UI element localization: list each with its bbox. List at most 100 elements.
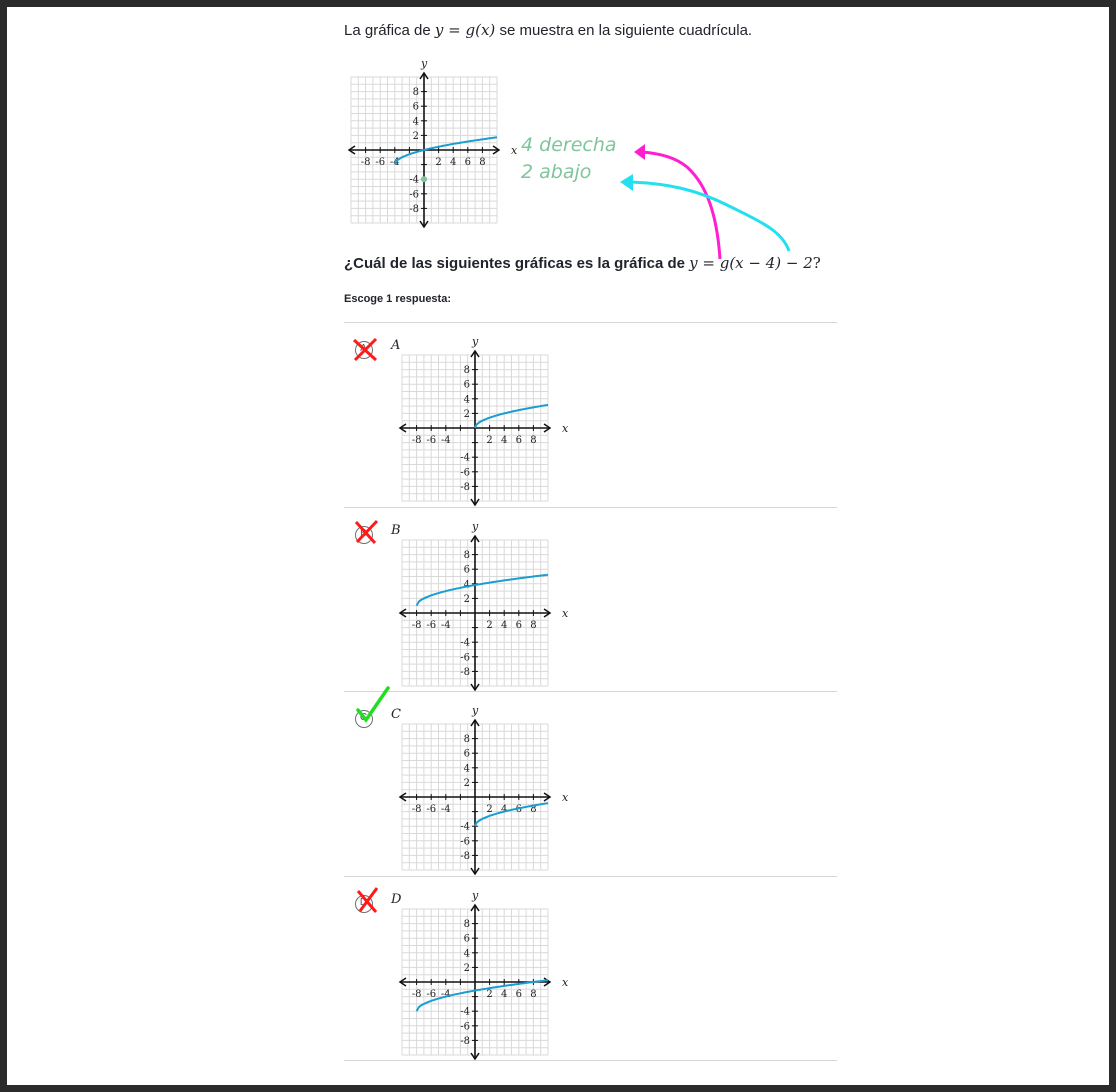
x-tick-label: -8	[412, 804, 422, 815]
y-axis-label: y	[471, 520, 479, 533]
x-tick-label: 4	[501, 804, 507, 815]
y-tick-label: 4	[464, 394, 470, 405]
x-tick-label: -6	[426, 435, 436, 446]
x-tick-label: -6	[426, 989, 436, 1000]
choice-d[interactable]: D D -8 -6 -4 2 4 6 8 8 6 4 2 -4 -6 -8 x y	[344, 877, 837, 1061]
annotation-line-2: 2 abajo	[521, 161, 591, 183]
main-graph: -8 -6 -4 2 4 6 8 8 6 4 2 -4 -6 -8 x y	[334, 57, 519, 237]
choice-b[interactable]: B B -8 -6 -4 2 4 6 8 8 6 4 2 -4 -6 -8 x y	[344, 508, 837, 692]
graph-b: -8 -6 -4 2 4 6 88642-4-6-8xy	[398, 520, 569, 692]
y-tick-label: 2	[413, 131, 419, 142]
exercise-page: La gráfica de y = g(x) se muestra en la …	[7, 7, 1109, 1085]
y-tick-label: 2	[464, 409, 470, 420]
x-tick-label: -6	[426, 620, 436, 631]
cyan-arrow	[628, 180, 791, 252]
instruction-text: Escoge 1 respuesta:	[344, 293, 451, 305]
x-tick-label: -8	[412, 620, 422, 631]
intro-eq-x: (x)	[475, 21, 496, 39]
y-tick-label: -6	[460, 836, 470, 847]
y-tick-label: 8	[464, 365, 470, 376]
y-tick-label: -4	[409, 175, 419, 186]
y-tick-label: 2	[464, 778, 470, 789]
intro-after: se muestra en la siguiente cuadrícula.	[495, 22, 753, 39]
y-tick-label: -8	[460, 482, 470, 493]
x-tick-label: -6	[375, 157, 385, 168]
x-tick-label: 6	[516, 620, 522, 631]
main-graph-svg: -8 -6 -4 2 4 6 88642-4-6-8xy	[347, 57, 518, 229]
y-tick-label: 4	[464, 763, 470, 774]
question-equation: y = g(x − 4) − 2	[689, 254, 813, 272]
pink-arrow	[640, 150, 722, 260]
y-tick-label: -4	[460, 638, 470, 649]
annotation-dot	[421, 176, 427, 183]
y-tick-label: 6	[413, 102, 419, 113]
y-tick-label: -4	[460, 453, 470, 464]
x-tick-label: 2	[435, 157, 441, 168]
intro-text: La gráfica de y = g(x) se muestra en la …	[344, 21, 752, 39]
x-tick-label: -8	[412, 989, 422, 1000]
y-tick-label: -8	[409, 204, 419, 215]
intro-eq-g: g	[465, 21, 476, 39]
handwritten-annotation: 4 derecha 2 abajo	[521, 134, 791, 260]
choice-a[interactable]: A A -8 -6 -4 2 4 6 8 8 6 4 2 -4 -6 -8 x y	[344, 323, 837, 507]
wrong-mark-icon	[356, 887, 379, 913]
intro-before: La gráfica de	[344, 22, 435, 39]
x-tick-label: 2	[486, 804, 492, 815]
x-tick-label: -4	[441, 435, 451, 446]
y-tick-label: -6	[460, 467, 470, 478]
x-tick-label: 8	[530, 435, 536, 446]
x-tick-label: 6	[516, 989, 522, 1000]
y-tick-label: 2	[464, 963, 470, 974]
y-tick-label: -8	[460, 851, 470, 862]
y-tick-label: 8	[464, 550, 470, 561]
x-tick-label: -6	[426, 804, 436, 815]
y-tick-label: 8	[464, 919, 470, 930]
x-tick-label: 8	[479, 157, 485, 168]
y-tick-label: -6	[409, 189, 419, 200]
y-tick-label: 6	[464, 749, 470, 760]
x-tick-label: 4	[450, 157, 456, 168]
x-tick-label: 4	[501, 620, 507, 631]
y-tick-label: -6	[460, 1021, 470, 1032]
y-tick-label: -8	[460, 1036, 470, 1047]
y-axis-label: y	[471, 335, 479, 348]
x-axis-label: x	[562, 791, 569, 804]
y-tick-label: -4	[460, 822, 470, 833]
y-tick-label: 8	[413, 87, 419, 98]
y-axis-label: y	[471, 704, 479, 717]
x-tick-label: 8	[530, 989, 536, 1000]
y-tick-label: -6	[460, 652, 470, 663]
x-tick-label: -8	[361, 157, 371, 168]
x-tick-label: 6	[465, 157, 471, 168]
x-tick-label: -4	[441, 620, 451, 631]
x-axis-label: x	[562, 607, 569, 620]
y-tick-label: 8	[464, 734, 470, 745]
x-tick-label: 2	[486, 989, 492, 1000]
x-tick-label: 4	[501, 435, 507, 446]
y-tick-label: 2	[464, 594, 470, 605]
x-axis-label: x	[562, 422, 569, 435]
annotation-line-1: 4 derecha	[521, 134, 617, 156]
graph-d: -8 -6 -4 2 4 6 88642-4-6-8xy	[398, 889, 569, 1061]
y-tick-label: -4	[460, 1007, 470, 1018]
y-tick-label: 6	[464, 934, 470, 945]
pink-arrowhead	[634, 144, 645, 160]
x-axis-label: x	[562, 976, 569, 989]
y-tick-label: 4	[413, 116, 419, 127]
cyan-arrowhead	[620, 174, 633, 191]
x-tick-label: -4	[441, 804, 451, 815]
intro-eq-equals: =	[443, 21, 466, 39]
graph-c: -8 -6 -4 2 4 6 88642-4-6-8xy	[398, 704, 569, 876]
x-tick-label: 4	[501, 989, 507, 1000]
x-tick-label: 6	[516, 435, 522, 446]
x-tick-label: 2	[486, 620, 492, 631]
question-text: ¿Cuál de las siguientes gráficas es la g…	[344, 254, 821, 272]
choice-c[interactable]: C C -8 -6 -4 2 4 6 8 8 6 4 2 -4 -6 -8 x y	[344, 686, 837, 876]
y-axis-label: y	[471, 889, 479, 902]
y-tick-label: 4	[464, 948, 470, 959]
question-before: ¿Cuál de las siguientes gráficas es la g…	[344, 255, 690, 272]
x-tick-label: 2	[486, 435, 492, 446]
y-tick-label: 4	[464, 579, 470, 590]
question-mark: ?	[812, 254, 821, 272]
wrong-mark-icon	[354, 519, 379, 545]
